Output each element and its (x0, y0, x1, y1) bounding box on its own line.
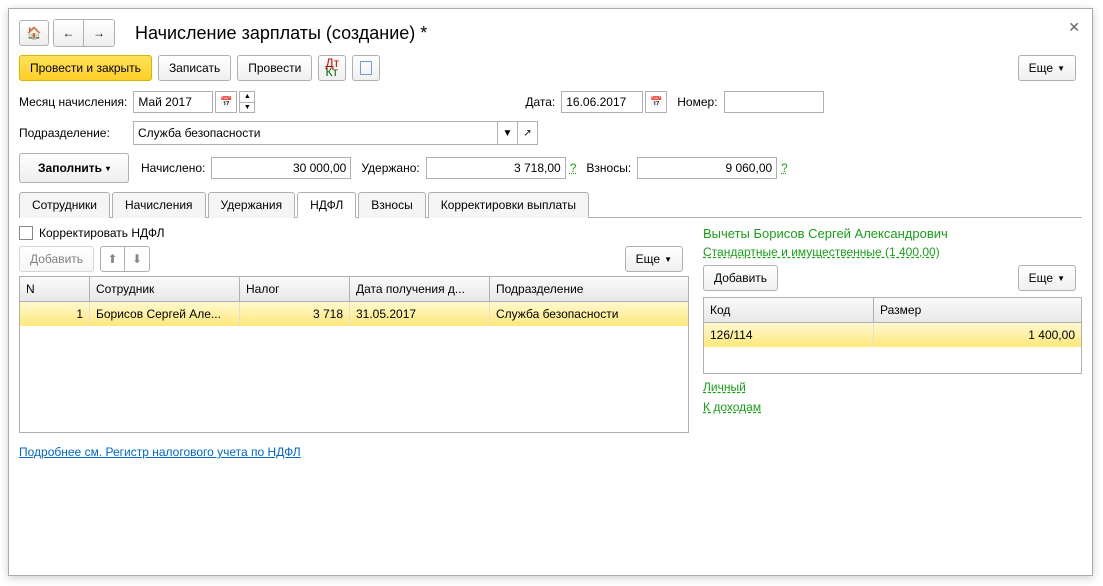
post-button[interactable]: Провести (237, 55, 312, 81)
month-date-row: Месяц начисления: Май 2017 📅 ▲▼ Дата: 16… (19, 91, 1082, 113)
main-content: Корректировать НДФЛ Добавить ⬆ ⬇ Еще▼ N … (19, 226, 1082, 433)
deductions-more-button[interactable]: Еще▼ (1018, 265, 1076, 291)
accrued-label: Начислено: (141, 161, 205, 175)
col-date: Дата получения д... (350, 277, 490, 301)
ndfl-register-link[interactable]: Подробнее см. Регистр налогового учета п… (19, 445, 301, 459)
move-down-button[interactable]: ⬇ (125, 247, 149, 271)
nav-buttons: ← → (53, 19, 115, 47)
contrib-label: Взносы: (586, 161, 631, 175)
correct-ndfl-label: Корректировать НДФЛ (39, 226, 164, 240)
col-n: N (20, 277, 90, 301)
contrib-help-icon[interactable]: ? (781, 161, 788, 175)
accrued-input[interactable] (211, 157, 351, 179)
dtkt-button[interactable]: ДтКт (318, 55, 346, 81)
date-input[interactable]: 16.06.2017 (561, 91, 643, 113)
deductions-panel: Вычеты Борисов Сергей Александрович Стан… (703, 226, 1082, 433)
deductions-toolbar: Добавить Еще▼ (703, 265, 1082, 291)
chevron-down-icon: ▾ (106, 164, 110, 173)
col-code: Код (704, 298, 874, 322)
department-select-buttons: ▼ ↗ (498, 121, 538, 145)
deductions-table-head: Код Размер (704, 298, 1081, 323)
move-up-button[interactable]: ⬆ (101, 247, 125, 271)
table-row[interactable]: 1 Борисов Сергей Але... 3 718 31.05.2017… (20, 302, 688, 326)
deductions-table-body: 126/114 1 400,00 (704, 323, 1081, 373)
ndfl-more-button[interactable]: Еще▼ (625, 246, 683, 272)
table-row[interactable]: 126/114 1 400,00 (704, 323, 1081, 347)
chevron-down-icon: ▼ (1057, 64, 1065, 73)
fill-button[interactable]: Заполнить▾ (19, 153, 129, 183)
main-toolbar: Провести и закрыть Записать Провести ДтК… (19, 55, 1082, 81)
number-label: Номер: (677, 95, 717, 109)
tab-contributions[interactable]: Взносы (358, 192, 425, 218)
tab-employees[interactable]: Сотрудники (19, 192, 110, 218)
department-dropdown-button[interactable]: ▼ (498, 121, 518, 145)
back-button[interactable]: ← (54, 20, 84, 46)
move-buttons: ⬆ ⬇ (100, 246, 150, 272)
ndfl-table: N Сотрудник Налог Дата получения д... По… (19, 276, 689, 433)
ndfl-toolbar: Добавить ⬆ ⬇ Еще▼ (19, 246, 689, 272)
month-label: Месяц начисления: (19, 95, 127, 109)
tab-corrections[interactable]: Корректировки выплаты (428, 192, 589, 218)
close-icon[interactable]: ✕ (1068, 19, 1080, 36)
deductions-link[interactable]: Стандартные и имущественные (1 400,00) (703, 245, 940, 259)
withheld-help-icon[interactable]: ? (570, 161, 577, 175)
document-icon (360, 61, 372, 75)
page-title: Начисление зарплаты (создание) * (135, 23, 427, 44)
chevron-down-icon: ▼ (664, 255, 672, 264)
department-open-button[interactable]: ↗ (518, 121, 538, 145)
date-calendar-button[interactable]: 📅 (645, 91, 667, 113)
tab-accruals[interactable]: Начисления (112, 192, 206, 218)
tab-withholdings[interactable]: Удержания (208, 192, 296, 218)
ndfl-table-head: N Сотрудник Налог Дата получения д... По… (20, 277, 688, 302)
correct-ndfl-checkbox[interactable] (19, 226, 33, 240)
doc-button[interactable] (352, 55, 380, 81)
col-department: Подразделение (490, 277, 688, 301)
department-row: Подразделение: Служба безопасности ▼ ↗ (19, 121, 1082, 145)
col-amount: Размер (874, 298, 1081, 322)
header: 🏠 ← → Начисление зарплаты (создание) * ✕ (19, 19, 1082, 47)
post-close-button[interactable]: Провести и закрыть (19, 55, 152, 81)
totals-row: Заполнить▾ Начислено: Удержано: ? Взносы… (19, 153, 1082, 183)
correct-ndfl-row: Корректировать НДФЛ (19, 226, 689, 240)
contrib-input[interactable] (637, 157, 777, 179)
month-input[interactable]: Май 2017 (133, 91, 213, 113)
to-income-link[interactable]: К доходам (703, 400, 761, 414)
footer: Подробнее см. Регистр налогового учета п… (19, 445, 1082, 459)
col-tax: Налог (240, 277, 350, 301)
withheld-label: Удержано: (361, 161, 419, 175)
tabs: Сотрудники Начисления Удержания НДФЛ Взн… (19, 191, 1082, 218)
forward-button[interactable]: → (84, 20, 114, 46)
payroll-window: 🏠 ← → Начисление зарплаты (создание) * ✕… (8, 8, 1093, 576)
department-label: Подразделение: (19, 126, 127, 140)
personal-link[interactable]: Личный (703, 380, 746, 394)
month-stepper[interactable]: ▲▼ (239, 91, 255, 113)
ndfl-panel: Корректировать НДФЛ Добавить ⬆ ⬇ Еще▼ N … (19, 226, 689, 433)
tab-ndfl[interactable]: НДФЛ (297, 192, 356, 218)
number-input[interactable] (724, 91, 824, 113)
withheld-input[interactable] (426, 157, 566, 179)
ndfl-add-button: Добавить (19, 246, 94, 272)
deductions-table: Код Размер 126/114 1 400,00 (703, 297, 1082, 374)
deductions-add-button[interactable]: Добавить (703, 265, 778, 291)
date-label: Дата: (525, 95, 555, 109)
chevron-down-icon: ▼ (1057, 274, 1065, 283)
ndfl-table-body: 1 Борисов Сергей Але... 3 718 31.05.2017… (20, 302, 688, 432)
department-input[interactable]: Служба безопасности (133, 121, 498, 145)
home-button[interactable]: 🏠 (19, 20, 49, 46)
month-calendar-button[interactable]: 📅 (215, 91, 237, 113)
save-button[interactable]: Записать (158, 55, 231, 81)
col-employee: Сотрудник (90, 277, 240, 301)
more-button[interactable]: Еще▼ (1018, 55, 1076, 81)
deductions-links: Личный К доходам (703, 380, 1082, 414)
deductions-title: Вычеты Борисов Сергей Александрович (703, 226, 1082, 241)
